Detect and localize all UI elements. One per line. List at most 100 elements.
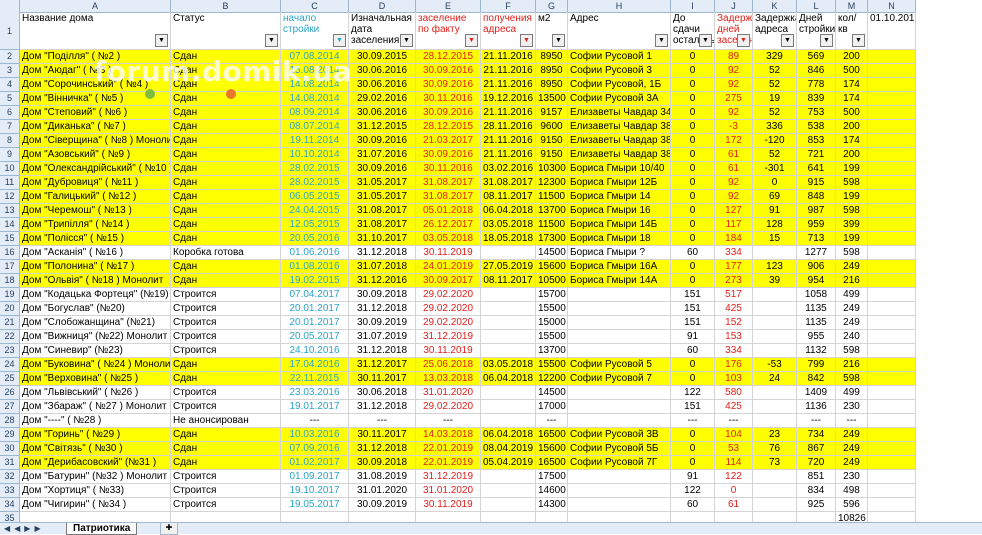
column-letter-j[interactable]: J — [715, 0, 753, 12]
table-cell[interactable]: 151 — [671, 316, 715, 330]
table-cell[interactable]: 03.05.2018 — [481, 358, 536, 372]
table-cell[interactable]: 08.11.2017 — [481, 274, 536, 288]
row-number[interactable]: 13 — [0, 204, 20, 218]
table-cell[interactable]: 10300 — [536, 162, 568, 176]
table-cell[interactable]: 11500 — [536, 218, 568, 232]
table-cell[interactable]: 89 — [715, 50, 753, 64]
table-cell[interactable]: 15700 — [536, 288, 568, 302]
filter-dropdown-icon[interactable]: ▼ — [400, 34, 413, 47]
column-letter-d[interactable]: D — [349, 0, 416, 12]
table-cell[interactable]: 92 — [715, 176, 753, 190]
row-number[interactable]: 32 — [0, 470, 20, 484]
table-cell[interactable]: Дом "Хортиця" ( №33) — [20, 484, 171, 498]
table-cell[interactable]: 31.01.2020 — [349, 484, 416, 498]
table-cell[interactable]: 122 — [671, 484, 715, 498]
table-cell[interactable] — [568, 302, 671, 316]
table-cell[interactable]: Бориса Гмыри 16 — [568, 204, 671, 218]
table-cell[interactable]: 1058 — [797, 288, 836, 302]
table-cell[interactable]: 12.05.2015 — [281, 218, 349, 232]
table-cell[interactable]: 92 — [715, 78, 753, 92]
table-cell[interactable] — [868, 78, 916, 92]
table-cell[interactable]: 31.05.2017 — [349, 190, 416, 204]
table-cell[interactable]: Сдан — [171, 204, 281, 218]
table-cell[interactable]: Не анонсирован — [171, 414, 281, 428]
table-cell[interactable]: Сдан — [171, 428, 281, 442]
table-cell[interactable]: 954 — [797, 274, 836, 288]
table-cell[interactable]: Дом "Дубровиця" ( №11 ) — [20, 176, 171, 190]
table-cell[interactable]: 06.04.2018 — [481, 428, 536, 442]
table-cell[interactable] — [753, 386, 797, 400]
table-cell[interactable] — [868, 260, 916, 274]
table-cell[interactable]: Дом "Полісся" ( №15 ) — [20, 232, 171, 246]
table-cell[interactable] — [753, 330, 797, 344]
table-cell[interactable]: 92 — [715, 64, 753, 78]
table-cell[interactable]: 230 — [836, 470, 868, 484]
table-cell[interactable]: 13700 — [536, 204, 568, 218]
table-cell[interactable]: Дом "Степовий" ( №6 ) — [20, 106, 171, 120]
filter-dropdown-icon[interactable]: ▼ — [820, 34, 833, 47]
table-cell[interactable]: 15600 — [536, 442, 568, 456]
table-cell[interactable]: Бориса Гмыри ? — [568, 246, 671, 260]
table-cell[interactable]: 30.09.2018 — [349, 288, 416, 302]
table-cell[interactable]: 22.01.2019 — [416, 456, 481, 470]
column-letter-l[interactable]: L — [797, 0, 836, 12]
select-all-corner[interactable] — [0, 0, 20, 12]
table-cell[interactable]: Софии Русовой 5Б — [568, 442, 671, 456]
table-cell[interactable]: 30.06.2018 — [349, 386, 416, 400]
table-cell[interactable]: 10.03.2016 — [281, 428, 349, 442]
table-cell[interactable]: Дом "Ольвія" ( №18 ) Монолит — [20, 274, 171, 288]
table-cell[interactable]: 19.01.2017 — [281, 400, 349, 414]
table-cell[interactable]: 334 — [715, 246, 753, 260]
table-cell[interactable]: 53 — [715, 442, 753, 456]
table-cell[interactable]: 31.08.2017 — [349, 204, 416, 218]
table-cell[interactable]: Бориса Гмыри 14 — [568, 190, 671, 204]
table-cell[interactable] — [868, 162, 916, 176]
table-cell[interactable]: 28.02.2015 — [281, 162, 349, 176]
table-cell[interactable] — [868, 134, 916, 148]
table-cell[interactable]: --- — [836, 414, 868, 428]
table-cell[interactable]: 31.12.2018 — [349, 344, 416, 358]
table-cell[interactable]: Строится — [171, 302, 281, 316]
table-cell[interactable]: 91 — [671, 470, 715, 484]
table-cell[interactable]: 8950 — [536, 78, 568, 92]
table-cell[interactable]: 29.02.2020 — [416, 316, 481, 330]
table-cell[interactable]: 30.09.2016 — [416, 106, 481, 120]
table-cell[interactable]: 31.10.2017 — [349, 232, 416, 246]
table-cell[interactable] — [481, 316, 536, 330]
table-cell[interactable]: Дом "Верховина" ( №25 ) — [20, 372, 171, 386]
table-cell[interactable]: 425 — [715, 302, 753, 316]
table-cell[interactable]: 114 — [715, 456, 753, 470]
table-cell[interactable]: 21.03.2017 — [416, 134, 481, 148]
table-cell[interactable] — [868, 400, 916, 414]
table-cell[interactable]: 103 — [715, 372, 753, 386]
table-cell[interactable]: 399 — [836, 218, 868, 232]
table-cell[interactable]: 499 — [836, 288, 868, 302]
table-cell[interactable]: 498 — [836, 484, 868, 498]
filter-dropdown-icon[interactable]: ▼ — [520, 34, 533, 47]
table-cell[interactable]: 08.09.2014 — [281, 106, 349, 120]
column-letter-e[interactable]: E — [416, 0, 481, 12]
table-cell[interactable]: Софии Русовой 7 — [568, 372, 671, 386]
table-cell[interactable] — [481, 498, 536, 512]
table-cell[interactable] — [868, 218, 916, 232]
filter-dropdown-icon[interactable]: ▼ — [552, 34, 565, 47]
table-cell[interactable] — [481, 344, 536, 358]
table-cell[interactable]: 569 — [797, 50, 836, 64]
table-cell[interactable]: 19.11.2014 — [281, 134, 349, 148]
table-cell[interactable]: Бориса Гмыри 10/40 — [568, 162, 671, 176]
table-cell[interactable]: Сдан — [171, 358, 281, 372]
table-cell[interactable]: 925 — [797, 498, 836, 512]
table-cell[interactable]: --- — [536, 414, 568, 428]
table-cell[interactable]: 61 — [715, 162, 753, 176]
table-cell[interactable]: 151 — [671, 302, 715, 316]
table-cell[interactable]: 91 — [753, 204, 797, 218]
table-cell[interactable]: 30.11.2016 — [416, 162, 481, 176]
table-cell[interactable]: Дом "Богуслав" (№20) — [20, 302, 171, 316]
table-cell[interactable] — [753, 414, 797, 428]
table-cell[interactable]: 05.01.2018 — [416, 204, 481, 218]
table-cell[interactable]: Софии Русовой 3 — [568, 64, 671, 78]
table-cell[interactable]: 22.11.2015 — [281, 372, 349, 386]
table-cell[interactable]: 31.12.2017 — [349, 358, 416, 372]
table-cell[interactable]: 15600 — [536, 260, 568, 274]
table-cell[interactable]: -120 — [753, 134, 797, 148]
